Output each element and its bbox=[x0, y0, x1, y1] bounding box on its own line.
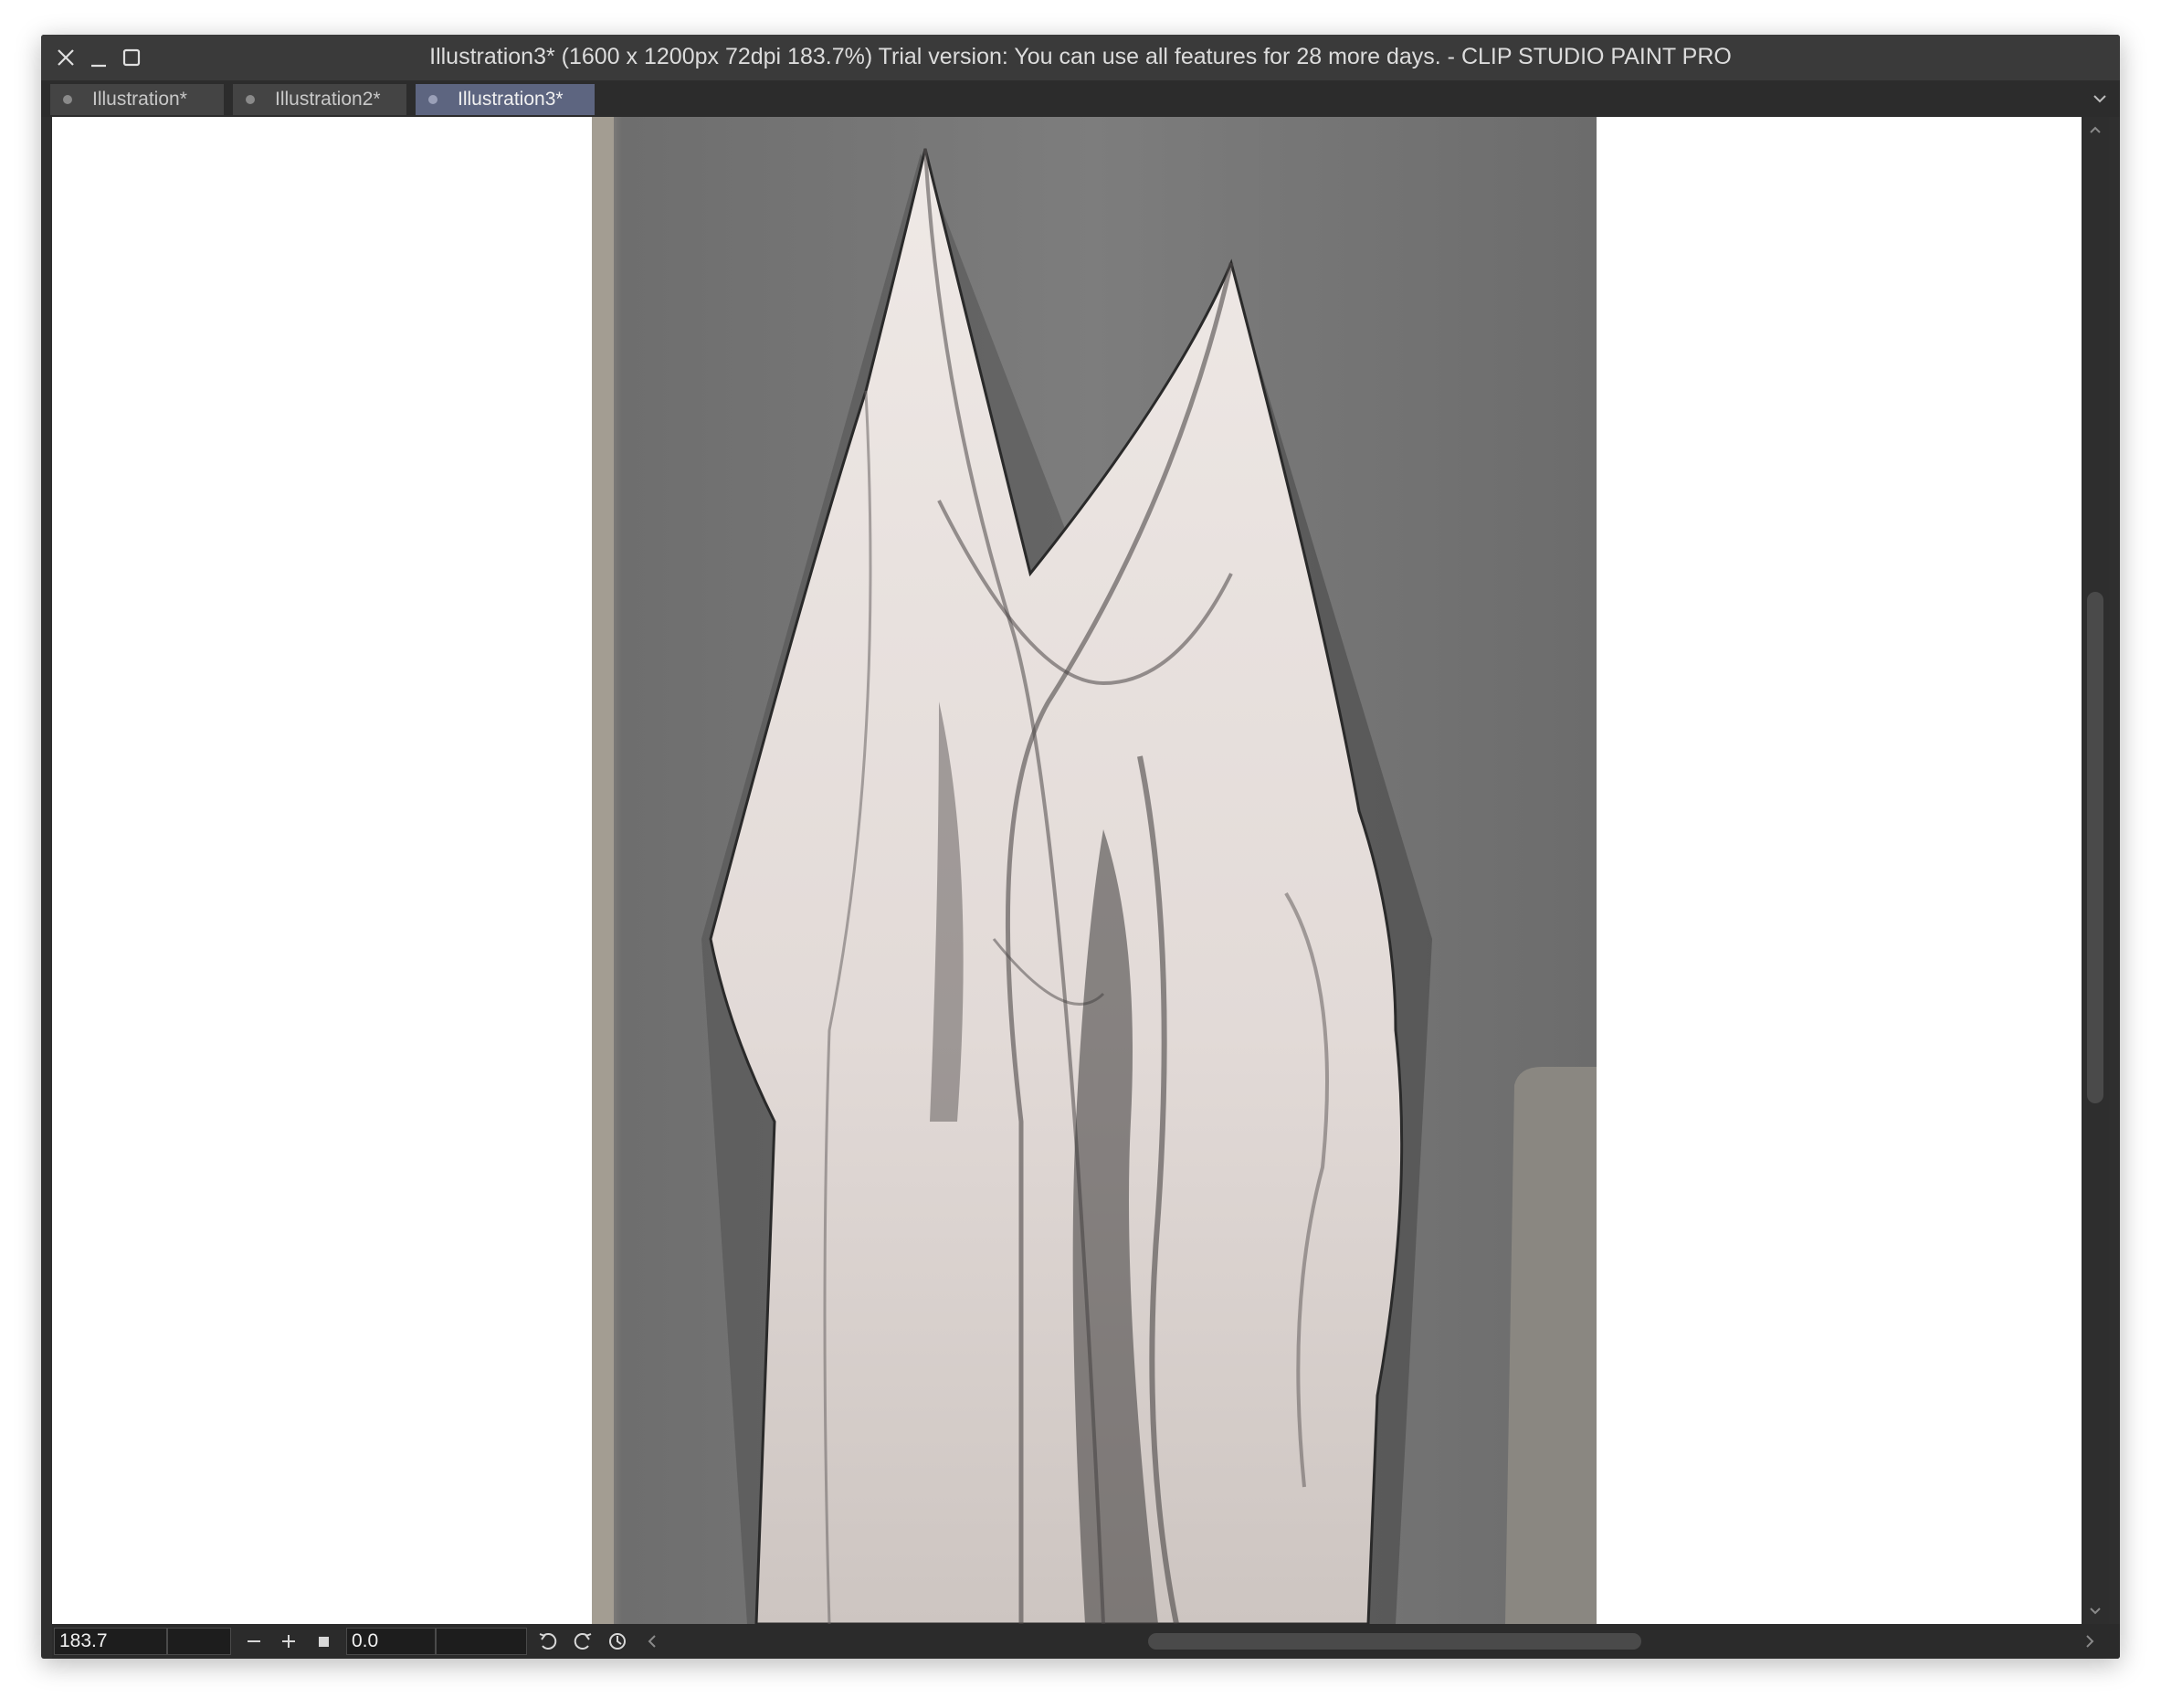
vertical-scroll-thumb[interactable] bbox=[2087, 592, 2103, 1103]
tab-status-dot bbox=[428, 95, 437, 104]
vertical-scrollbar[interactable] bbox=[2082, 117, 2109, 1624]
tab-illustration2[interactable]: Illustration2* bbox=[233, 84, 406, 115]
rotation-field[interactable]: 0.0 bbox=[346, 1628, 436, 1655]
tab-status-dot bbox=[63, 95, 72, 104]
zoom-slider-field[interactable] bbox=[167, 1628, 231, 1655]
drapery-drawing bbox=[592, 117, 1597, 1624]
app-window: Illustration3* (1600 x 1200px 72dpi 183.… bbox=[41, 35, 2120, 1659]
tab-illustration3[interactable]: Illustration3* bbox=[416, 84, 595, 115]
scroll-down-icon[interactable] bbox=[2086, 1602, 2104, 1620]
navigator-status-bar: 183.7 0.0 bbox=[52, 1624, 2120, 1659]
canvas-artwork[interactable] bbox=[592, 117, 1597, 1624]
tab-label: Illustration2* bbox=[275, 89, 381, 110]
zoom-level-field[interactable]: 183.7 bbox=[54, 1628, 167, 1655]
tab-label: Illustration3* bbox=[458, 89, 564, 110]
square-icon[interactable] bbox=[310, 1628, 337, 1655]
scroll-up-icon[interactable] bbox=[2086, 121, 2104, 139]
canvas-viewport[interactable] bbox=[52, 117, 2082, 1624]
title-bar: Illustration3* (1600 x 1200px 72dpi 183.… bbox=[41, 35, 2120, 80]
horizontal-scroll-thumb[interactable] bbox=[1148, 1633, 1641, 1650]
plus-icon[interactable] bbox=[275, 1628, 302, 1655]
rotate-left-icon[interactable] bbox=[534, 1628, 562, 1655]
tab-illustration[interactable]: Illustration* bbox=[50, 84, 224, 115]
minus-icon[interactable] bbox=[240, 1628, 268, 1655]
tab-status-dot bbox=[246, 95, 255, 104]
window-title: Illustration3* (1600 x 1200px 72dpi 183.… bbox=[429, 44, 1732, 69]
rotate-right-icon[interactable] bbox=[569, 1628, 596, 1655]
scroll-right-icon[interactable] bbox=[2076, 1628, 2103, 1655]
rotation-slider-field[interactable] bbox=[436, 1628, 527, 1655]
scroll-left-icon[interactable] bbox=[638, 1628, 666, 1655]
horizontal-scrollbar[interactable] bbox=[691, 1629, 2116, 1653]
document-tab-bar: Illustration* Illustration2* Illustratio… bbox=[41, 80, 2120, 117]
chevron-down-icon[interactable] bbox=[2091, 90, 2109, 108]
reset-icon[interactable] bbox=[604, 1628, 631, 1655]
tab-label: Illustration* bbox=[92, 89, 187, 110]
